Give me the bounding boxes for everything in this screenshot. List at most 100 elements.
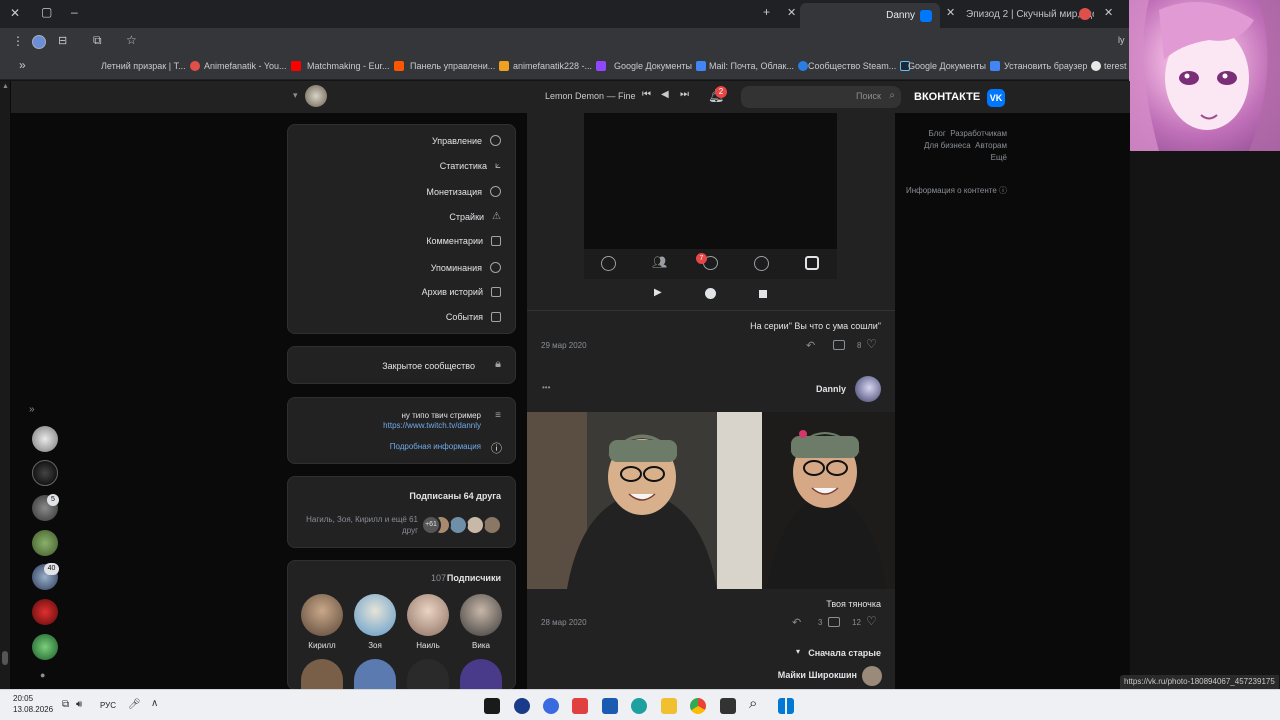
bookmark-item[interactable]: Matchmaking - Eur...	[307, 61, 404, 71]
profile-avatar[interactable]	[32, 35, 46, 49]
chat-avatar[interactable]	[32, 530, 58, 556]
app-icon[interactable]	[543, 698, 559, 714]
player-next-icon[interactable]: ⏮	[642, 89, 651, 100]
tray-chevron-icon[interactable]: ∧	[151, 698, 158, 709]
link-authors[interactable]: Авторам	[975, 141, 1007, 150]
tab-episode[interactable]: Эпизод 2 | Скучный мир, где	[966, 4, 1094, 24]
subscriber-name[interactable]: Кирилл	[301, 641, 343, 650]
extensions-icon[interactable]: ⧉	[93, 33, 102, 48]
more-info-link[interactable]: Подробная информация	[390, 442, 481, 451]
page-scrollbar[interactable]: ▲	[0, 81, 10, 689]
subscriber-avatar[interactable]	[354, 594, 396, 636]
comment-author[interactable]: Майки Широкшин	[778, 670, 857, 680]
chat-search-icon[interactable]: ●	[40, 670, 45, 680]
close-window-icon[interactable]: ✕	[10, 6, 20, 20]
vk-logo[interactable]: ВКОНТАКТЕ	[914, 91, 980, 103]
menu-monetization[interactable]: Монетизация	[426, 186, 501, 197]
search-icon[interactable]: ⌕	[749, 695, 757, 712]
minimize-window-icon[interactable]: –	[71, 5, 78, 19]
link-more[interactable]: Ещё	[991, 153, 1007, 162]
maximize-window-icon[interactable]: ▢	[41, 5, 52, 19]
player-track[interactable]: Lemon Demon — Fine	[545, 91, 636, 101]
like-heart-icon[interactable]: ♡	[866, 337, 877, 351]
tab-danny[interactable]: Danny	[800, 3, 940, 28]
bookmark-item[interactable]: terest	[1104, 61, 1127, 71]
explorer-icon[interactable]	[661, 698, 677, 714]
status-link[interactable]: https://www.twitch.tv/dannly	[383, 421, 481, 430]
scroll-thumb[interactable]	[2, 651, 8, 665]
sort-chevron-icon[interactable]: ▾	[796, 647, 800, 656]
search-box[interactable]: Поиск ⌕	[741, 86, 901, 108]
menu-management[interactable]: Управление	[432, 135, 501, 146]
scroll-up-icon[interactable]: ▲	[2, 83, 9, 90]
player-prev-icon[interactable]: ⏭	[680, 89, 689, 100]
bookmark-item[interactable]: Панель управлени...	[410, 61, 510, 71]
bookmark-item[interactable]: Animefanatik - You...	[204, 61, 301, 71]
subscriber-avatar[interactable]	[301, 659, 343, 691]
close-tab-icon[interactable]: ✕	[787, 6, 796, 19]
player-play-icon[interactable]: ◀	[661, 89, 669, 100]
close-tab-icon-2[interactable]: ✕	[946, 6, 955, 19]
post-photo[interactable]	[527, 412, 895, 589]
bookmark-item[interactable]: Сообщество Steam...	[808, 61, 911, 71]
cast-icon[interactable]: ⊟	[58, 34, 67, 47]
taskbar-time[interactable]: 20:05	[13, 694, 33, 703]
bookmark-item[interactable]: animefanatik228 -...	[513, 61, 607, 71]
expand-sidebar-icon[interactable]: »	[29, 404, 35, 415]
subscriber-avatar[interactable]	[407, 594, 449, 636]
subscriber-avatar[interactable]	[460, 659, 502, 691]
bookmark-item[interactable]: Летний призрак | Т...	[101, 61, 200, 71]
chrome-icon[interactable]	[690, 698, 706, 714]
store-icon[interactable]	[602, 698, 618, 714]
dropdown-chevron-icon[interactable]: ▾	[293, 90, 298, 101]
bookmark-item[interactable]: Google Документы	[614, 61, 706, 71]
close-tab-icon-3[interactable]: ✕	[1104, 6, 1113, 19]
comment-author-avatar[interactable]	[862, 666, 882, 686]
bookmark-item[interactable]: Mail: Почта, Облак...	[709, 61, 808, 71]
bookmarks-overflow-icon[interactable]: »	[19, 58, 26, 72]
app-icon[interactable]	[484, 698, 500, 714]
chat-avatar[interactable]	[32, 426, 58, 452]
bookmark-item[interactable]: Установить браузер	[1004, 61, 1102, 71]
sort-label[interactable]: Сначала старые	[808, 648, 881, 658]
subscriber-avatar[interactable]	[460, 594, 502, 636]
start-windows-icon[interactable]	[778, 698, 794, 714]
microphone-icon[interactable]: 🎤︎	[128, 699, 141, 710]
bookmark-item[interactable]: Google Документы	[908, 61, 1000, 71]
url-edge[interactable]: ly	[1118, 35, 1125, 45]
menu-dots-icon[interactable]: ⋮	[12, 34, 24, 48]
subscriber-avatar[interactable]	[407, 659, 449, 691]
taskbar-date[interactable]: 13.08.2026	[13, 705, 53, 714]
comment-icon[interactable]	[828, 617, 840, 627]
menu-statistics[interactable]: Статистика ⟀	[440, 160, 501, 171]
share-icon[interactable]: ↶	[792, 616, 801, 629]
share-icon[interactable]: ↶	[806, 339, 815, 352]
closed-community-card[interactable]: Закрытое сообщество 🔒︎	[287, 346, 516, 384]
menu-strikes[interactable]: Страйки ⚠	[449, 211, 501, 222]
link-developers[interactable]: Разработчикам	[950, 129, 1007, 138]
post2-author-avatar[interactable]	[855, 376, 881, 402]
like-heart-icon[interactable]: ♡	[866, 614, 877, 628]
speaker-icon[interactable]: 🔊︎	[76, 699, 82, 710]
subscriber-avatar[interactable]	[354, 659, 396, 691]
friends-card[interactable]: Подписаны 64 друга +61 Нагиль, Зоя, Кири…	[287, 476, 516, 548]
app-icon[interactable]	[514, 698, 530, 714]
menu-mentions[interactable]: Упоминания	[431, 262, 501, 273]
language-indicator[interactable]: РУС	[100, 701, 116, 710]
post-more-icon[interactable]: •••	[542, 383, 550, 392]
post2-author[interactable]: Dannly	[816, 384, 846, 394]
menu-events[interactable]: События	[446, 312, 501, 322]
edge-icon[interactable]	[631, 698, 647, 714]
subscriber-name[interactable]: Вика	[460, 641, 502, 650]
subscriber-name[interactable]: Зоя	[354, 641, 396, 650]
chat-avatar[interactable]	[32, 634, 58, 660]
app-icon[interactable]	[572, 698, 588, 714]
subscriber-avatar[interactable]	[301, 594, 343, 636]
menu-stories-archive[interactable]: Архив историй	[422, 287, 501, 297]
bookmark-star-icon[interactable]: ☆	[126, 33, 137, 47]
user-avatar[interactable]	[305, 85, 327, 107]
task-view-icon[interactable]	[720, 698, 736, 714]
post2-date[interactable]: 28 мар 2020	[541, 618, 587, 627]
subscriber-name[interactable]: Наиль	[407, 641, 449, 650]
chat-avatar[interactable]	[32, 460, 58, 486]
